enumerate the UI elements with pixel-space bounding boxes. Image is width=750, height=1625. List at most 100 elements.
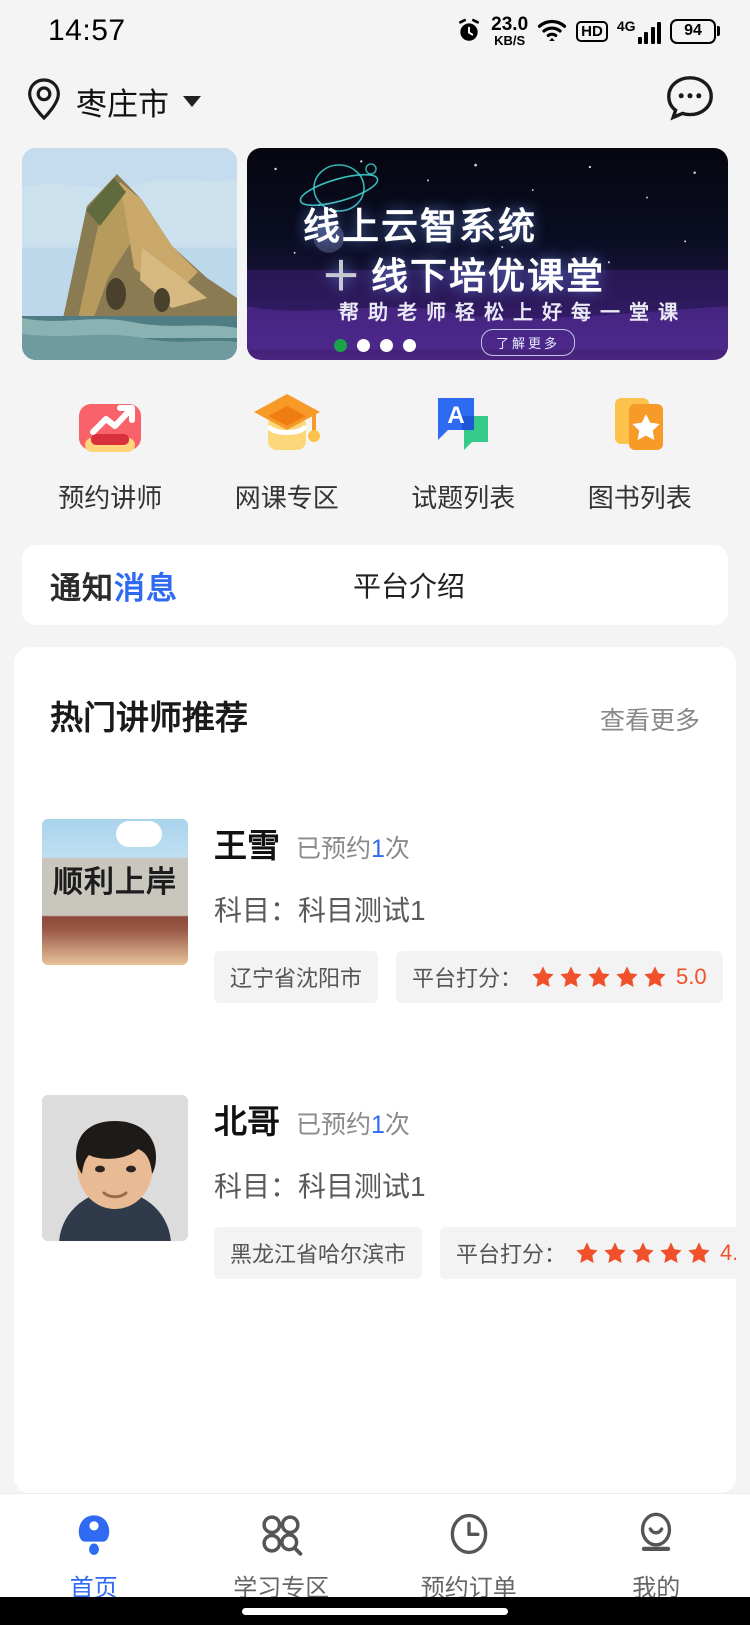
quick-link-book-list[interactable]: 图书列表 [552, 386, 729, 515]
teacher-list-item[interactable]: 北哥 已预约1次 科目：科目测试1 黑龙江省哈尔滨市 平台打分： [42, 1095, 708, 1279]
notice-text[interactable]: 平台介绍 [178, 565, 700, 605]
clock-icon [447, 1510, 491, 1558]
quick-link-question-list[interactable]: A 试题列表 [375, 386, 552, 515]
carousel-dot-4[interactable] [403, 339, 416, 352]
location-selector[interactable]: 枣庄市 [24, 77, 201, 126]
location-pin-icon [24, 77, 64, 126]
teacher-name: 北哥 [214, 1095, 280, 1143]
notice-bar-wrap: 通知消息 平台介绍 [0, 545, 750, 625]
star-icon [630, 1240, 656, 1266]
avatar-label: 顺利上岸 [42, 857, 188, 901]
quick-link-label: 网课专区 [235, 478, 339, 515]
tab-orders[interactable]: 预约订单 [375, 1510, 563, 1603]
banner-title-line1: 线上云智系统 [303, 196, 537, 250]
notice-logo-part1: 通知 [50, 571, 114, 606]
quick-link-online-courses[interactable]: 网课专区 [199, 386, 376, 515]
status-icons: 23.0 KB/S HD 4G 94 [456, 15, 720, 47]
notice-bar[interactable]: 通知消息 平台介绍 [22, 545, 728, 625]
banner-title-line2: ＋ 线下培优课堂 [321, 244, 605, 302]
carousel-dot-1[interactable] [334, 339, 347, 352]
teacher-score-tag: 平台打分： 4.9 [440, 1227, 736, 1279]
star-icon [658, 1240, 684, 1266]
location-name: 枣庄市 [76, 79, 169, 124]
teacher-list-item[interactable]: 顺利上岸 王雪 已预约1次 科目：科目测试1 辽宁省沈阳市 平台打分： [42, 819, 708, 1003]
quick-links: 预约讲师 网课专区 A 试题列表 图书列表 [0, 360, 750, 545]
star-icon [530, 964, 556, 990]
network-speed: 23.0 KB/S [491, 15, 528, 47]
star-icon [574, 1240, 600, 1266]
avatar: 顺利上岸 [42, 819, 188, 965]
page-title: 热门讲师推荐 [50, 691, 248, 739]
message-bubble-icon[interactable] [664, 73, 716, 130]
teacher-subject: 科目：科目测试1 [214, 889, 708, 929]
teacher-name-row: 王雪 已预约1次 [214, 819, 708, 867]
star-icon [602, 1240, 628, 1266]
banner-subtitle: 帮助老师轻松上好每一堂课 [339, 296, 687, 325]
book-star-icon [603, 386, 677, 460]
star-icon [586, 964, 612, 990]
trend-chart-icon [73, 386, 147, 460]
avatar [42, 1095, 188, 1241]
notice-logo-part2: 消息 [114, 571, 178, 606]
status-bar: 14:57 23.0 KB/S HD 4G 94 [0, 0, 750, 62]
status-time: 14:57 [48, 14, 126, 48]
chevron-down-icon [183, 96, 201, 107]
view-more-link[interactable]: 查看更多 [600, 701, 700, 737]
app-screen: 14:57 23.0 KB/S HD 4G 94 [0, 0, 750, 1625]
quick-link-teacher-booking[interactable]: 预约讲师 [22, 386, 199, 515]
hd-icon: HD [576, 21, 608, 42]
graduation-cap-icon [250, 386, 324, 460]
home-icon [72, 1510, 116, 1558]
quick-link-label: 图书列表 [588, 478, 692, 515]
person-icon [634, 1510, 678, 1558]
carousel-dot-3[interactable] [380, 339, 393, 352]
home-indicator[interactable] [0, 1597, 750, 1625]
teacher-section: 热门讲师推荐 查看更多 顺利上岸 王雪 已预约1次 [14, 647, 736, 1493]
carousel-dots[interactable] [22, 339, 728, 352]
teacher-info: 北哥 已预约1次 科目：科目测试1 黑龙江省哈尔滨市 平台打分： [214, 1095, 708, 1279]
plus-icon: ＋ [321, 244, 363, 302]
score-label: 平台打分： [412, 961, 522, 993]
star-icon [614, 964, 640, 990]
carousel-dot-2[interactable] [357, 339, 370, 352]
tab-profile[interactable]: 我的 [563, 1510, 750, 1603]
star-rating [530, 964, 668, 990]
teacher-section-wrap: 热门讲师推荐 查看更多 顺利上岸 王雪 已预约1次 [0, 625, 750, 1493]
quick-link-label: 试题列表 [411, 478, 515, 515]
teacher-region-tag: 黑龙江省哈尔滨市 [214, 1227, 422, 1279]
svg-text:A: A [448, 402, 465, 429]
cellular-signal-icon: 4G [617, 19, 661, 44]
banner-slide-promo[interactable]: 线上云智系统 ＋ 线下培优课堂 帮助老师轻松上好每一堂课 了解更多 [247, 148, 728, 360]
tab-home[interactable]: 首页 [0, 1510, 188, 1603]
teacher-tags: 辽宁省沈阳市 平台打分： 5.0 [214, 951, 708, 1003]
teacher-booked-count: 已预约1次 [296, 829, 410, 865]
score-value: 4.9 [720, 1240, 736, 1266]
teacher-name-row: 北哥 已预约1次 [214, 1095, 708, 1143]
teacher-score-tag: 平台打分： 5.0 [396, 951, 723, 1003]
teacher-name: 王雪 [214, 819, 280, 867]
star-rating [574, 1240, 712, 1266]
score-value: 5.0 [676, 964, 707, 990]
battery-icon: 94 [670, 19, 720, 44]
star-icon [642, 964, 668, 990]
tab-study-zone[interactable]: 学习专区 [188, 1510, 376, 1603]
chat-translate-icon: A [426, 386, 500, 460]
teacher-tags: 黑龙江省哈尔滨市 平台打分： 4.9 [214, 1227, 708, 1279]
page-header: 枣庄市 [0, 62, 750, 140]
banner-slide-landscape[interactable] [22, 148, 237, 360]
teacher-region-tag: 辽宁省沈阳市 [214, 951, 378, 1003]
banner-carousel[interactable]: 线上云智系统 ＋ 线下培优课堂 帮助老师轻松上好每一堂课 了解更多 [0, 140, 750, 360]
alarm-icon [456, 18, 482, 44]
wifi-icon [537, 18, 567, 44]
score-label: 平台打分： [456, 1237, 566, 1269]
quick-link-label: 预约讲师 [58, 478, 162, 515]
teacher-booked-count: 已预约1次 [296, 1105, 410, 1141]
notice-logo: 通知消息 [50, 563, 178, 608]
star-icon [686, 1240, 712, 1266]
teacher-info: 王雪 已预约1次 科目：科目测试1 辽宁省沈阳市 平台打分： [214, 819, 708, 1003]
teacher-subject: 科目：科目测试1 [214, 1165, 708, 1205]
grid-search-icon [259, 1510, 303, 1558]
star-icon [558, 964, 584, 990]
teacher-section-header: 热门讲师推荐 查看更多 [42, 677, 708, 739]
teacher-list: 顺利上岸 王雪 已预约1次 科目：科目测试1 辽宁省沈阳市 平台打分： [42, 819, 708, 1279]
